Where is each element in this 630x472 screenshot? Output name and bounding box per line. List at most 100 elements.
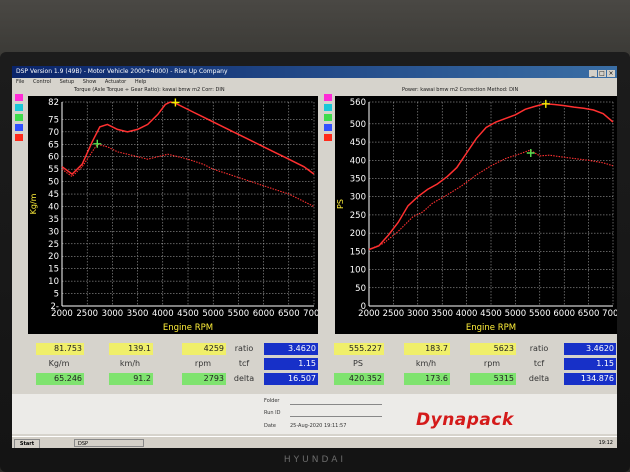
- torque-chart-title: Torque (Axle Torque ÷ Gear Ratio): kawai…: [74, 87, 225, 93]
- x-tick-label: 4000: [152, 309, 174, 319]
- menu-file[interactable]: File: [16, 79, 24, 85]
- series-chip-red[interactable]: [15, 134, 23, 141]
- x-tick-label: 7000: [303, 309, 318, 319]
- y-tick-label: 82: [48, 98, 59, 108]
- low-value: 65.246: [36, 373, 84, 385]
- window-titlebar: DSP Version 1.9 (49B) - Motor Vehicle 20…: [12, 66, 617, 78]
- menu-show[interactable]: Show: [83, 79, 97, 85]
- x-tick-label: 3000: [407, 309, 429, 319]
- y-tick-label: 200: [350, 229, 366, 239]
- tcf-value: 1.15: [564, 358, 616, 370]
- y-tick-label: 5: [54, 290, 59, 300]
- x-tick-label: 6000: [253, 309, 275, 319]
- series-chip-cyan[interactable]: [15, 104, 23, 111]
- x-tick-label: 2500: [76, 309, 98, 319]
- window-title: DSP Version 1.9 (49B) - Motor Vehicle 20…: [16, 68, 228, 75]
- y-tick-label: 45: [48, 190, 59, 200]
- screen: DSP Version 1.9 (49B) - Motor Vehicle 20…: [12, 66, 617, 448]
- rpm-unit: rpm: [194, 359, 212, 368]
- x-tick-label: 3500: [127, 309, 149, 319]
- y-tick-label: 30: [48, 227, 59, 237]
- series-chip-blue[interactable]: [15, 124, 23, 131]
- menu-control[interactable]: Control: [33, 79, 51, 85]
- folder-field[interactable]: [290, 404, 382, 405]
- torque-chart-svg: 2000 2500 3000 3500 4000 4500 5000 5500 6000 6500…: [29, 98, 318, 333]
- y-axis-label: PS: [336, 199, 345, 209]
- value-unit: Kg/m: [48, 359, 70, 368]
- maximize-button[interactable]: □: [598, 70, 606, 77]
- report-footer: Folder Run ID Date 25-Aug-2020 19:11:57: [12, 394, 617, 434]
- y-tick-label: 500: [350, 120, 366, 130]
- y-tick-label: 35: [48, 215, 59, 225]
- y-tick-label: 100: [350, 266, 366, 276]
- taskbar-item-dsp[interactable]: DSP: [74, 439, 144, 447]
- x-tick-label: 6500: [578, 309, 600, 319]
- low-value: 420.352: [334, 373, 384, 385]
- power-chart-svg: 200 0 2500 3000 3500 4000 4500 5000 5500 6000 6500…: [336, 98, 617, 333]
- y-tick-label: 450: [350, 138, 366, 148]
- tcf-label: tcf: [238, 359, 250, 368]
- peak-value: 555.227: [334, 343, 384, 355]
- y-tick-label: 300: [350, 193, 366, 203]
- y-tick-label: 50: [48, 178, 59, 188]
- ratio-value: 3.4620: [264, 343, 318, 355]
- torque-chart: 2000 2500 3000 3500 4000 4500 5000 5500 6000 6500…: [28, 96, 318, 334]
- y-tick-label: 15: [48, 265, 59, 275]
- run-id-label: Run ID: [264, 410, 281, 416]
- menu-help[interactable]: Help: [135, 79, 146, 85]
- y-tick-label: 2-: [51, 302, 59, 312]
- series-line-solid: [368, 103, 614, 251]
- y-tick-label: 400: [350, 156, 366, 166]
- delta-value: 16.507: [264, 373, 318, 385]
- peak-value: 81.753: [36, 343, 84, 355]
- x-tick-label: 6000: [553, 309, 575, 319]
- series-chip-cyan[interactable]: [324, 104, 332, 111]
- speed-unit: km/h: [119, 359, 141, 368]
- x-tick-label: 5000: [202, 309, 224, 319]
- series-chip-green[interactable]: [15, 114, 23, 121]
- green-peak-marker: [93, 139, 102, 148]
- y-tick-label: 25: [48, 240, 59, 250]
- run-id-field[interactable]: [290, 416, 382, 417]
- close-button[interactable]: ×: [607, 70, 615, 77]
- series-chip-green[interactable]: [324, 114, 332, 121]
- peak-speed: 139.1: [109, 343, 153, 355]
- x-tick-label: 2500: [383, 309, 405, 319]
- series-chip-magenta[interactable]: [15, 94, 23, 101]
- monitor-brand: HYUNDAI: [283, 455, 347, 465]
- series-chip-blue[interactable]: [324, 124, 332, 131]
- y-tick-label: 560: [350, 98, 366, 108]
- y-axis-label: Kg/m: [29, 193, 38, 214]
- x-tick-label: 4500: [480, 309, 502, 319]
- yellow-peak-marker: [541, 99, 550, 108]
- y-tick-label: 50: [355, 284, 366, 294]
- tcf-label: tcf: [533, 359, 545, 368]
- power-chart-title: Power: kawai bmw m2 Correction Method: D…: [402, 87, 519, 93]
- series-chip-magenta[interactable]: [324, 94, 332, 101]
- delta-label: delta: [528, 374, 550, 383]
- x-tick-label: 5500: [529, 309, 551, 319]
- x-tick-label: 3500: [431, 309, 453, 319]
- value-unit: PS: [353, 359, 363, 368]
- peak-rpm: 4259: [182, 343, 226, 355]
- start-button[interactable]: Start: [14, 439, 40, 448]
- y-tick-label: 55: [48, 165, 59, 175]
- tcf-value: 1.15: [264, 358, 318, 370]
- low-speed: 91.2: [109, 373, 153, 385]
- x-tick-label: 4000: [456, 309, 478, 319]
- background-wall: [0, 0, 630, 60]
- folder-label: Folder: [264, 398, 280, 404]
- series-chip-red[interactable]: [324, 134, 332, 141]
- y-tick-label: 0: [361, 302, 366, 312]
- peak-rpm: 5623: [470, 343, 516, 355]
- y-tick-label: 65: [48, 140, 59, 150]
- delta-value: 134.876: [564, 373, 616, 385]
- minimize-button[interactable]: _: [589, 70, 597, 77]
- date-value: 25-Aug-2020 19:11:57: [290, 423, 347, 429]
- y-tick-label: 60: [48, 153, 59, 163]
- y-tick-label: 350: [350, 175, 366, 185]
- menu-setup[interactable]: Setup: [60, 79, 75, 85]
- menu-actuator[interactable]: Actuator: [105, 79, 126, 85]
- delta-label: delta: [233, 374, 255, 383]
- low-rpm: 2793: [182, 373, 226, 385]
